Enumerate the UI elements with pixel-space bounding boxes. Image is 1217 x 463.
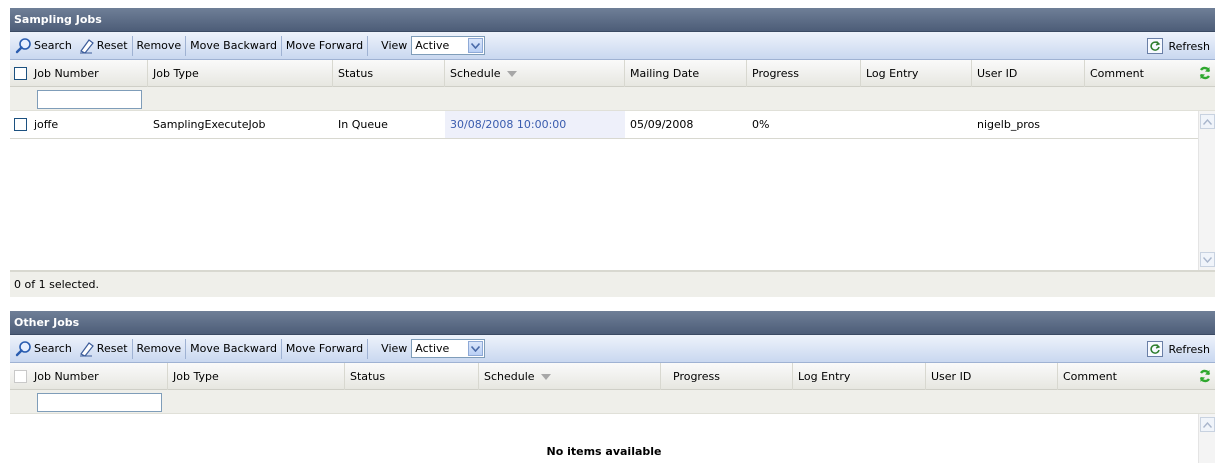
grid-body: No items available — [10, 414, 1215, 463]
refresh-icon — [1147, 38, 1164, 54]
reset-button[interactable]: Reset — [75, 338, 131, 360]
column-user-id[interactable]: User ID — [972, 59, 1085, 87]
table-row[interactable]: joffe SamplingExecuteJob In Queue 30/08/… — [10, 111, 1198, 139]
search-label: Search — [34, 39, 72, 52]
cell-schedule[interactable]: 30/08/2008 10:00:00 — [445, 111, 625, 138]
remove-button[interactable]: Remove — [134, 35, 185, 57]
selection-status: 0 of 1 selected. — [10, 271, 1215, 297]
panel-title: Sampling Jobs — [10, 8, 1215, 32]
filter-row — [10, 390, 1215, 414]
sampling-jobs-panel: Sampling Jobs Search Reset Remove Move B… — [10, 8, 1215, 304]
column-comment[interactable]: Comment — [1058, 363, 1188, 390]
column-label: Schedule — [450, 66, 501, 80]
row-checkbox[interactable] — [14, 118, 27, 132]
toolbar-separator — [367, 338, 369, 359]
column-progress[interactable]: Progress — [661, 362, 793, 390]
eraser-icon — [78, 37, 95, 54]
select-all-checkbox[interactable] — [14, 370, 27, 383]
cell-progress: 0% — [752, 118, 770, 131]
search-label: Search — [34, 342, 72, 355]
cell-job-type: SamplingExecuteJob — [153, 118, 266, 131]
column-label: Schedule — [484, 369, 535, 383]
refresh-label: Refresh — [1168, 39, 1210, 53]
reset-button[interactable]: Reset — [75, 35, 131, 57]
toolbar-separator — [367, 35, 369, 56]
vertical-scrollbar[interactable] — [1198, 111, 1215, 270]
column-job-number[interactable]: Job Number — [10, 362, 168, 390]
refresh-icon — [1147, 341, 1164, 357]
empty-message: No items available — [546, 445, 662, 458]
other-jobs-panel: Other Jobs Search Reset Remove Move Back… — [10, 311, 1215, 463]
remove-button[interactable]: Remove — [134, 338, 185, 360]
chevron-down-icon[interactable] — [468, 38, 484, 53]
toolbar: Search Reset Remove Move Backward Move F… — [10, 32, 1215, 60]
move-forward-button[interactable]: Move Forward — [283, 338, 366, 360]
cell-job-number: joffe — [10, 118, 148, 132]
view-select-value: Active — [415, 39, 450, 52]
toolbar-separator — [185, 35, 187, 56]
sort-descending-icon — [506, 70, 517, 77]
magnifier-icon — [15, 340, 32, 357]
toolbar: Search Reset Remove Move Backward Move F… — [10, 335, 1215, 363]
sort-descending-icon — [540, 373, 551, 380]
select-all-checkbox[interactable] — [14, 67, 27, 80]
column-comment[interactable]: Comment — [1085, 60, 1195, 87]
reset-label: Reset — [96, 342, 128, 355]
column-label: Job Number — [34, 369, 99, 383]
view-select-value: Active — [415, 342, 450, 355]
magnifier-icon — [15, 37, 32, 54]
scroll-down-button[interactable] — [1200, 252, 1215, 267]
search-button[interactable]: Search — [12, 338, 75, 360]
column-user-id[interactable]: User ID — [926, 362, 1058, 390]
move-forward-button[interactable]: Move Forward — [283, 35, 366, 57]
column-job-number[interactable]: Job Number — [10, 59, 148, 87]
grid-body: joffe SamplingExecuteJob In Queue 30/08/… — [10, 111, 1215, 271]
column-mailing-date[interactable]: Mailing Date — [625, 59, 747, 87]
view-label: View — [381, 342, 408, 355]
vertical-scrollbar[interactable] — [1198, 414, 1215, 463]
toolbar-separator — [131, 338, 133, 359]
toolbar-separator — [280, 35, 282, 56]
refresh-button[interactable]: Refresh — [1144, 35, 1213, 57]
cell-user-id: nigelb_pros — [977, 118, 1041, 131]
scroll-up-button[interactable] — [1200, 114, 1215, 129]
toolbar-separator — [131, 35, 133, 56]
scroll-up-button[interactable] — [1200, 417, 1215, 432]
chevron-down-icon[interactable] — [468, 341, 484, 356]
job-number-filter-input[interactable] — [37, 393, 162, 412]
toolbar-separator — [280, 338, 282, 359]
move-backward-button[interactable]: Move Backward — [187, 35, 280, 57]
job-number-filter-input[interactable] — [37, 90, 142, 109]
grid-header: Job Number Job Type Status Schedule Mail… — [10, 59, 1215, 87]
panel-title: Other Jobs — [10, 311, 1215, 335]
refresh-button[interactable]: Refresh — [1144, 338, 1213, 360]
cell-mailing-date: 05/09/2008 — [630, 118, 694, 131]
column-log-entry[interactable]: Log Entry — [861, 59, 972, 87]
view-select[interactable]: Active — [411, 36, 486, 55]
column-schedule[interactable]: Schedule — [479, 362, 661, 390]
column-status[interactable]: Status — [333, 59, 445, 87]
column-job-type[interactable]: Job Type — [148, 59, 333, 87]
column-progress[interactable]: Progress — [747, 59, 861, 87]
green-refresh-icon[interactable] — [1198, 369, 1212, 386]
column-label: Job Number — [34, 66, 99, 80]
refresh-label: Refresh — [1168, 342, 1210, 356]
green-refresh-icon[interactable] — [1198, 66, 1212, 83]
column-status[interactable]: Status — [345, 362, 479, 390]
column-job-type[interactable]: Job Type — [168, 362, 345, 390]
cell-status: In Queue — [338, 118, 388, 131]
view-label: View — [381, 39, 408, 52]
grid-header: Job Number Job Type Status Schedule Prog… — [10, 362, 1215, 390]
eraser-icon — [78, 340, 95, 357]
move-backward-button[interactable]: Move Backward — [187, 338, 280, 360]
column-log-entry[interactable]: Log Entry — [793, 362, 926, 390]
column-schedule[interactable]: Schedule — [445, 59, 625, 87]
reset-label: Reset — [96, 39, 128, 52]
view-select[interactable]: Active — [411, 339, 486, 358]
search-button[interactable]: Search — [12, 35, 75, 57]
filter-row — [10, 87, 1215, 111]
job-number-value: joffe — [34, 117, 59, 131]
toolbar-separator — [185, 338, 187, 359]
